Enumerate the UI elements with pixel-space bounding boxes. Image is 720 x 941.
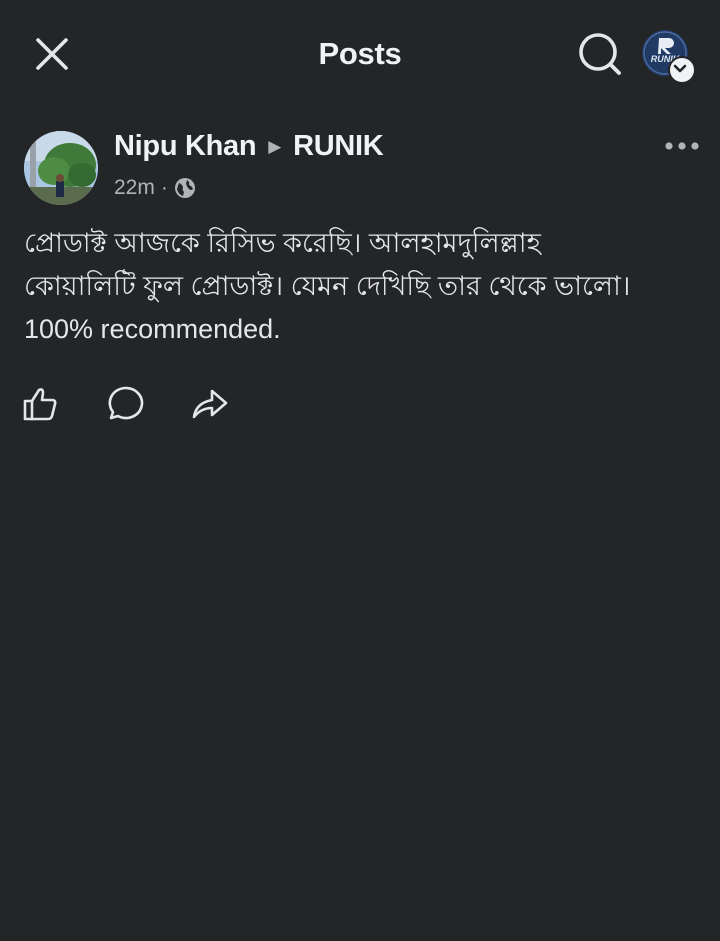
author-name[interactable]: Nipu Khan [114,130,257,162]
post-actions [0,382,720,432]
search-icon [579,33,621,75]
globe-icon [174,178,195,198]
like-button[interactable] [20,382,64,426]
more-horizontal-icon [665,142,699,150]
comment-button[interactable] [104,382,148,426]
arrow-separator: ▶ [268,137,282,156]
profile-switcher-button[interactable]: RUNIK [642,30,696,84]
author-avatar[interactable] [24,131,98,205]
share-icon [192,389,228,419]
post-text: প্রোডাক্ট আজকে রিসিভ করেছি। আলহামদুলিল্ল… [24,222,700,351]
post-time[interactable]: 22m [114,176,155,200]
thumbs-up-icon [23,388,57,421]
meta-separator: · [160,176,168,199]
post-text-line: কোয়ালিটি ফুল প্রোডাক্ট। যেমন দেখিছি তার… [24,271,631,301]
share-button[interactable] [188,382,232,426]
post-meta: 22m · [114,176,196,200]
chevron-badge [668,56,696,84]
group-name[interactable]: RUNIK [293,130,384,162]
post-text-line: 100% recommended. [24,314,281,344]
post-more-button[interactable] [662,134,702,158]
posts-screen: Posts RUNIK Nipu Khan ▶ RUNIK 22m · প্রো… [0,0,720,941]
comment-icon [108,386,144,420]
top-bar: Posts RUNIK [0,0,720,110]
search-button[interactable] [574,28,626,80]
author-line: Nipu Khan ▶ RUNIK [114,130,384,163]
post-text-line: প্রোডাক্ট আজকে রিসিভ করেছি। আলহামদুলিল্ল… [24,228,541,258]
chevron-down-icon [673,64,687,73]
